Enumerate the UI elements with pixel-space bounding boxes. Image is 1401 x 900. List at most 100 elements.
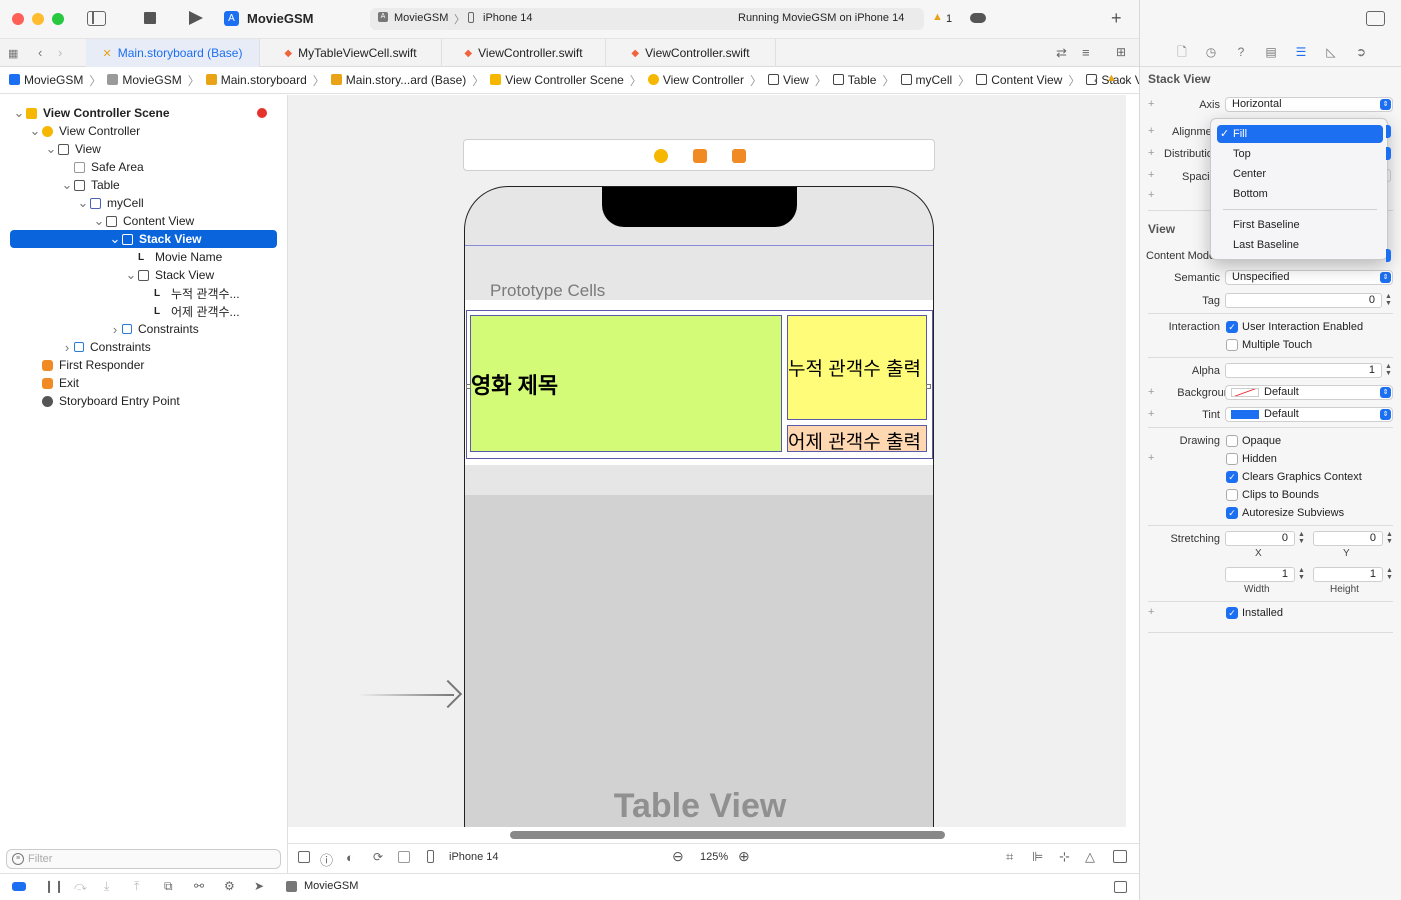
plus-icon[interactable]: +	[1148, 147, 1154, 159]
memory-graph-icon[interactable]: ⚯	[194, 879, 204, 893]
activity-view[interactable]: A MovieGSM 〉 iPhone 14 Running MovieGSM …	[370, 8, 943, 30]
debug-target[interactable]: MovieGSM	[304, 880, 358, 892]
user-interaction-checkbox[interactable]: ✓	[1226, 321, 1238, 333]
outline-item[interactable]: ⌄ Stack View	[10, 230, 277, 248]
plus-icon[interactable]: +	[1148, 125, 1154, 137]
outline-item[interactable]: First Responder	[10, 356, 277, 374]
resize-handle[interactable]	[466, 384, 471, 389]
zoom-in-icon[interactable]: ⊕	[738, 848, 750, 865]
file-inspector-icon[interactable]: 🗋	[1175, 46, 1189, 59]
warning-icon[interactable]: ▲	[932, 11, 943, 23]
chevron-down-icon[interactable]: ⌄	[124, 268, 138, 281]
location-icon[interactable]: ➤	[254, 879, 264, 893]
menu-item-center[interactable]: Center	[1217, 165, 1383, 183]
navigator-toggle-icon[interactable]	[87, 11, 106, 26]
breadcrumb-item[interactable]: MovieGSM	[9, 73, 83, 87]
step-into-icon[interactable]: ⤓	[104, 879, 109, 894]
chevron-right-icon[interactable]: ›	[60, 340, 74, 355]
add-icon[interactable]: +	[1111, 8, 1122, 29]
tab-main-storyboard[interactable]: ✕ Main.storyboard (Base)	[86, 39, 260, 67]
help-inspector-icon[interactable]: ?	[1234, 46, 1248, 59]
resolve-issues-icon[interactable]: △	[1085, 849, 1095, 865]
step-over-icon[interactable]: ⤼	[74, 879, 87, 894]
plus-icon[interactable]: +	[1148, 189, 1154, 201]
step-out-icon[interactable]: ⤒	[134, 879, 139, 894]
outline-item[interactable]: ⌄ Table	[10, 176, 277, 194]
distribution-popup-edge[interactable]	[1386, 147, 1391, 160]
inspector-toggle-icon[interactable]	[1366, 11, 1385, 26]
outline-item[interactable]: ⌄ myCell	[10, 194, 277, 212]
connections-inspector-icon[interactable]: ➲	[1354, 46, 1368, 59]
chevron-down-icon[interactable]: ⌄	[28, 124, 42, 137]
split-editor-icon[interactable]: ⊞	[1116, 45, 1126, 59]
outline-item[interactable]: L 어제 관객수...	[10, 302, 277, 320]
breadcrumb-item[interactable]: View	[767, 73, 809, 87]
tab-viewcontroller-1[interactable]: ◆ ViewController.swift	[442, 39, 606, 67]
forward-arrow-icon[interactable]: ›	[58, 45, 62, 60]
close-window-button[interactable]	[12, 13, 24, 25]
add-constraints-icon[interactable]: ⊹	[1059, 849, 1070, 865]
lines-icon[interactable]: ≡	[1082, 45, 1090, 60]
total-audience-label[interactable]: 누적 관객수 출력	[787, 315, 927, 420]
warning-icon[interactable]: ▲	[1106, 72, 1117, 84]
chevron-down-icon[interactable]: ⌄	[60, 178, 74, 191]
clears-graphics-checkbox[interactable]: ✓	[1226, 471, 1238, 483]
chevron-down-icon[interactable]: ⌄	[76, 196, 90, 209]
hidden-checkbox[interactable]	[1226, 453, 1238, 465]
zoom-window-button[interactable]	[52, 13, 64, 25]
previous-issue-icon[interactable]: ‹	[1094, 73, 1098, 87]
outline-item[interactable]: ⌄ Content View	[10, 212, 277, 230]
outline-item[interactable]: ⌄ View Controller	[10, 122, 277, 140]
breadcrumb-item[interactable]: Main.story...ard (Base)	[330, 73, 466, 87]
chevron-down-icon[interactable]: ⌄	[92, 214, 106, 227]
stretch-x-field[interactable]: 0	[1225, 531, 1295, 546]
outline-item[interactable]: Storyboard Entry Point	[10, 392, 277, 410]
tab-viewcontroller-2[interactable]: ◆ ViewController.swift	[606, 39, 776, 67]
tab-mytableviewcell[interactable]: ◆ MyTableViewCell.swift	[260, 39, 442, 67]
outline-item[interactable]: L 누적 관객수...	[10, 284, 277, 302]
breadcrumb-item[interactable]: View Controller	[647, 73, 744, 87]
tag-stepper[interactable]: ▲ ▼	[1384, 293, 1393, 308]
zoom-out-icon[interactable]: ⊖	[672, 848, 684, 865]
outline-item[interactable]: ⌄ View Controller Scene	[10, 104, 277, 122]
outline-toggle-icon[interactable]	[298, 851, 310, 863]
embed-in-icon[interactable]	[1113, 850, 1127, 863]
stretch-width-field[interactable]: 1	[1225, 567, 1295, 582]
environment-icon[interactable]: ⚙	[224, 879, 235, 893]
opaque-checkbox[interactable]	[1226, 435, 1238, 447]
next-issue-icon[interactable]: ›	[1122, 73, 1126, 87]
back-arrow-icon[interactable]: ‹	[38, 45, 42, 60]
plus-icon[interactable]: +	[1148, 169, 1154, 181]
tag-field[interactable]: 0	[1225, 293, 1382, 308]
stop-icon[interactable]	[144, 12, 156, 24]
exit-icon[interactable]	[732, 149, 746, 163]
chevron-down-icon[interactable]: ⌄	[44, 142, 58, 155]
first-responder-icon[interactable]	[693, 149, 707, 163]
swap-icon[interactable]: ⇄	[1056, 45, 1067, 61]
menu-item-first-baseline[interactable]: First Baseline	[1217, 216, 1383, 234]
breadcrumb-item[interactable]: MovieGSM	[107, 73, 182, 87]
breadcrumb-item[interactable]: Table	[832, 73, 876, 87]
breadcrumb-item[interactable]: Main.storyboard	[205, 73, 307, 87]
stretch-y-field[interactable]: 0	[1313, 531, 1383, 546]
run-icon[interactable]	[189, 11, 203, 25]
accessibility-icon[interactable]: ⓘ	[320, 850, 333, 869]
breadcrumb-item[interactable]: Content View	[976, 73, 1062, 87]
plus-icon[interactable]: +	[1148, 98, 1154, 110]
align-icon[interactable]: ⊫	[1032, 849, 1043, 865]
alpha-field[interactable]: 1	[1225, 363, 1382, 378]
stretch-height-field[interactable]: 1	[1313, 567, 1383, 582]
resize-handle[interactable]	[926, 384, 931, 389]
menu-item-bottom[interactable]: Bottom	[1217, 185, 1383, 203]
menu-item-fill[interactable]: ✓ Fill	[1217, 125, 1383, 143]
clips-bounds-checkbox[interactable]	[1226, 489, 1238, 501]
breadcrumb-item[interactable]: myCell	[900, 73, 952, 87]
breakpoints-icon[interactable]	[12, 882, 26, 891]
outline-item[interactable]: ⌄ Stack View	[10, 266, 277, 284]
outline-item[interactable]: ⌄ View	[10, 140, 277, 158]
iphone-icon[interactable]	[427, 850, 434, 863]
scheme-name[interactable]: MovieGSM	[394, 12, 448, 24]
chevron-down-icon[interactable]: ⌄	[108, 232, 122, 245]
chevron-right-icon[interactable]: ›	[108, 322, 122, 337]
chevron-down-icon[interactable]: ⌄	[12, 106, 26, 119]
